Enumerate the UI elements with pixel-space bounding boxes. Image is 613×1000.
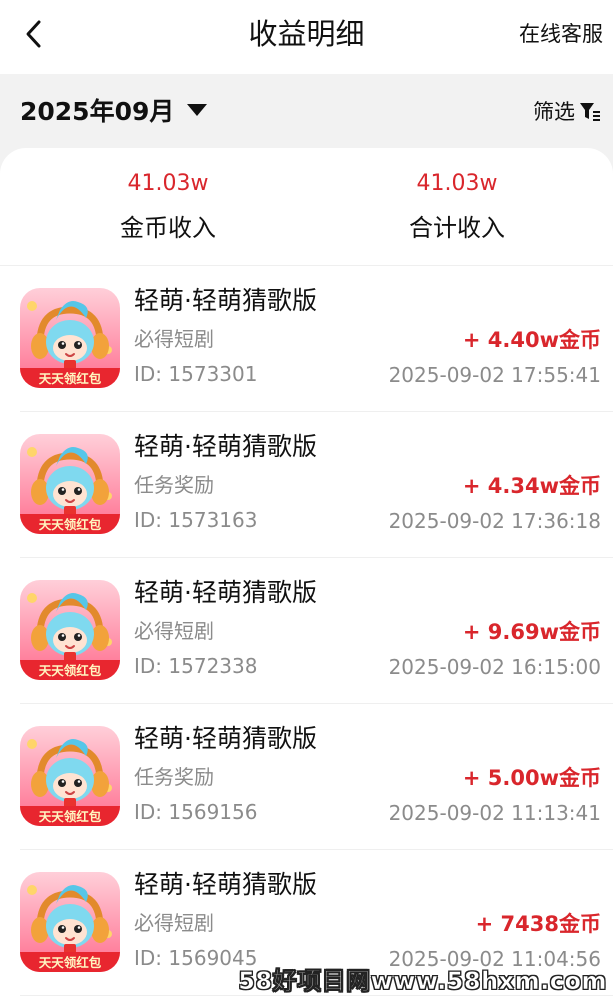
record-amount: + 5.00w金币 bbox=[462, 766, 601, 790]
app-name: 轻萌·轻萌猜歌版 bbox=[134, 870, 317, 899]
icon-banner-text: 天天领红包 bbox=[39, 955, 102, 970]
record-id: ID: 1573163 bbox=[134, 508, 258, 532]
filter-funnel-icon bbox=[580, 103, 600, 121]
online-support-link[interactable]: 在线客服 bbox=[519, 18, 603, 50]
record-id: ID: 1572338 bbox=[134, 654, 258, 678]
income-record[interactable]: 天天领红包 轻萌·轻萌猜歌版必得短剧 ID: 1572338 + 9.69w金币 20… bbox=[20, 558, 613, 704]
icon-banner-text: 天天领红包 bbox=[39, 371, 102, 386]
app-name: 轻萌·轻萌猜歌版 bbox=[134, 286, 317, 315]
filter-label: 筛选 bbox=[533, 100, 575, 124]
coin-income-value: 41.03w bbox=[127, 171, 209, 196]
income-record[interactable]: 天天领红包 轻萌·轻萌猜歌版任务奖励 ID: 1573163 + 4.34w金币 20… bbox=[20, 412, 613, 558]
month-picker[interactable]: 2025年09月 bbox=[20, 90, 208, 130]
record-type: 必得短剧 bbox=[134, 327, 214, 351]
total-income-value: 41.03w bbox=[416, 171, 498, 196]
icon-banner-text: 天天领红包 bbox=[39, 517, 102, 532]
icon-banner-text: 天天领红包 bbox=[39, 809, 102, 824]
record-timestamp: 2025-09-02 17:55:41 bbox=[388, 363, 601, 387]
icon-banner-text: 天天领红包 bbox=[39, 663, 102, 678]
record-amount: + 7438金币 bbox=[475, 912, 601, 936]
month-label: 2025年09月 bbox=[20, 97, 175, 126]
app-mascot-icon: 天天领红包 bbox=[20, 580, 120, 680]
record-id: ID: 1569156 bbox=[134, 800, 258, 824]
caret-down-icon bbox=[187, 104, 208, 116]
site-watermark: 58好项目网www.58hxm.com bbox=[238, 967, 607, 996]
total-income-label: 合计收入 bbox=[409, 214, 505, 242]
app-mascot-icon: 天天领红包 bbox=[20, 288, 120, 388]
income-record[interactable]: 天天领红包 轻萌·轻萌猜歌版必得短剧 ID: 1573301 + 4.40w金币 20… bbox=[20, 266, 613, 412]
record-amount: + 4.40w金币 bbox=[462, 328, 601, 352]
record-id: ID: 1573301 bbox=[134, 362, 258, 386]
record-type: 必得短剧 bbox=[134, 911, 214, 935]
record-amount: + 9.69w金币 bbox=[462, 620, 601, 644]
income-summary: 41.03w 金币收入 41.03w 合计收入 bbox=[0, 148, 613, 266]
app-name: 轻萌·轻萌猜歌版 bbox=[134, 578, 317, 607]
record-timestamp: 2025-09-02 11:13:41 bbox=[388, 801, 601, 825]
chevron-left-icon bbox=[26, 20, 41, 48]
record-timestamp: 2025-09-02 16:15:00 bbox=[388, 655, 601, 679]
coin-income-label: 金币收入 bbox=[120, 214, 216, 242]
record-timestamp: 2025-09-02 17:36:18 bbox=[388, 509, 601, 533]
income-card: 41.03w 金币收入 41.03w 合计收入 天天领红包 轻萌·轻萌猜歌版 必… bbox=[0, 148, 613, 1000]
app-mascot-icon: 天天领红包 bbox=[20, 434, 120, 534]
app-mascot-icon: 天天领红包 bbox=[20, 872, 120, 972]
app-name: 轻萌·轻萌猜歌版 bbox=[134, 724, 317, 753]
app-name: 轻萌·轻萌猜歌版 bbox=[134, 432, 317, 461]
coin-income-summary: 41.03w 金币收入 bbox=[68, 168, 268, 246]
filter-button[interactable]: 筛选 bbox=[533, 94, 601, 128]
back-button[interactable] bbox=[14, 12, 54, 56]
record-type: 任务奖励 bbox=[134, 765, 214, 789]
app-mascot-icon: 天天领红包 bbox=[20, 726, 120, 826]
filter-bar: 2025年09月 筛选 bbox=[0, 74, 613, 152]
top-nav-bar: 收益明细 在线客服 bbox=[0, 0, 613, 74]
record-amount: + 4.34w金币 bbox=[462, 474, 601, 498]
income-record[interactable]: 天天领红包 轻萌·轻萌猜歌版任务奖励 ID: 1569156 + 5.00w金币 20… bbox=[20, 704, 613, 850]
record-type: 必得短剧 bbox=[134, 619, 214, 643]
record-type: 任务奖励 bbox=[134, 473, 214, 497]
total-income-summary: 41.03w 合计收入 bbox=[357, 168, 557, 246]
